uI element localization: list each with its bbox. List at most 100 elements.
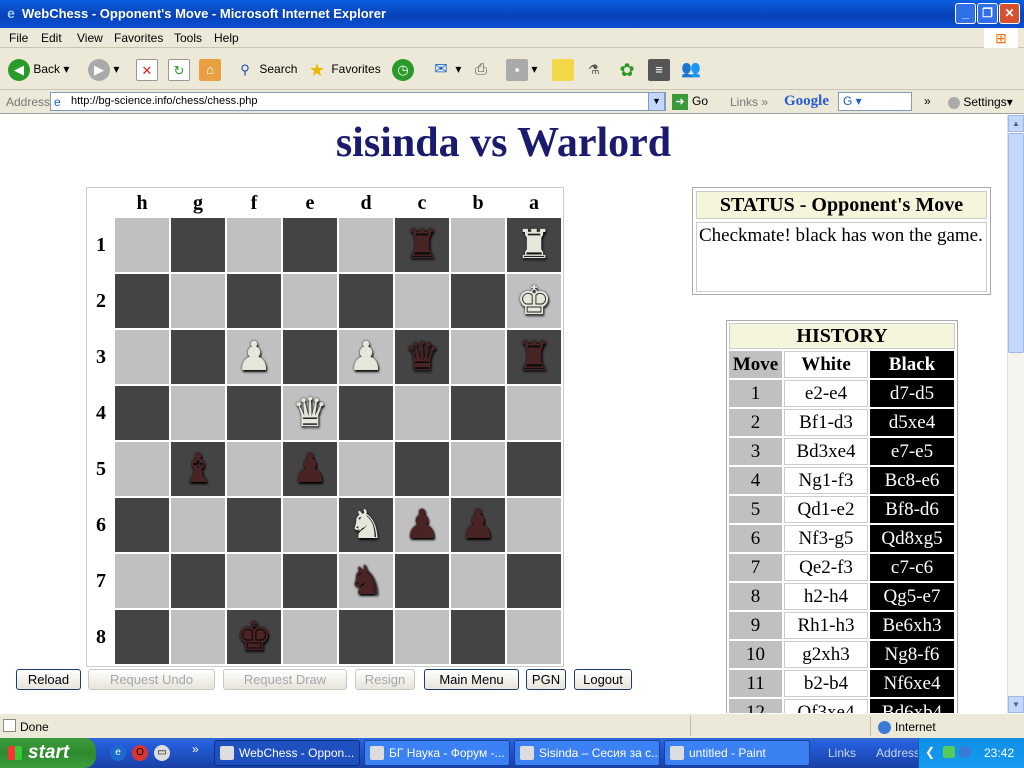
- desktop-quicklaunch-icon[interactable]: ▭: [154, 745, 170, 761]
- task-bg-nauka[interactable]: БГ Наука - Форум -...: [364, 740, 510, 766]
- black-bishop-icon[interactable]: ♝: [180, 447, 216, 491]
- white-knight-icon[interactable]: ♞: [348, 503, 384, 547]
- board-square[interactable]: [227, 554, 281, 608]
- white-king-icon[interactable]: ♚: [516, 279, 552, 323]
- board-square[interactable]: [395, 442, 449, 496]
- board-square[interactable]: [507, 610, 561, 664]
- black-king-icon[interactable]: ♚: [236, 615, 272, 659]
- request-undo-button[interactable]: Request Undo: [88, 669, 215, 690]
- board-square[interactable]: [283, 218, 337, 272]
- go-button[interactable]: ➜ Go: [672, 94, 708, 110]
- resign-button[interactable]: Resign: [355, 669, 415, 690]
- board-square[interactable]: [507, 554, 561, 608]
- board-square[interactable]: ♟: [283, 442, 337, 496]
- forward-button[interactable]: ▶ ▾: [88, 56, 119, 82]
- board-square[interactable]: ♞: [339, 498, 393, 552]
- google-search-box[interactable]: G ▾: [838, 92, 912, 111]
- board-square[interactable]: ♞: [339, 554, 393, 608]
- board-square[interactable]: [507, 386, 561, 440]
- board-square[interactable]: ♟: [339, 330, 393, 384]
- board-square[interactable]: ♟: [451, 498, 505, 552]
- mail-button[interactable]: ✉ ▾: [430, 56, 461, 82]
- board-square[interactable]: [283, 274, 337, 328]
- refresh-button[interactable]: ↻: [168, 56, 190, 82]
- board-square[interactable]: [451, 274, 505, 328]
- board-square[interactable]: ♜: [507, 330, 561, 384]
- board-square[interactable]: [507, 498, 561, 552]
- board-square[interactable]: [115, 610, 169, 664]
- pgn-button[interactable]: PGN: [526, 669, 566, 690]
- settings-button[interactable]: Settings▾: [948, 95, 1013, 109]
- white-queen-icon[interactable]: ♛: [292, 391, 328, 435]
- board-square[interactable]: [283, 610, 337, 664]
- board-square[interactable]: [451, 610, 505, 664]
- quicklaunch-more[interactable]: »: [192, 742, 199, 756]
- white-pawn-icon[interactable]: ♟: [236, 335, 272, 379]
- request-draw-button[interactable]: Request Draw: [223, 669, 347, 690]
- tray-expand-icon[interactable]: ❮: [925, 745, 935, 759]
- notes-button[interactable]: [552, 56, 574, 82]
- menu-help[interactable]: Help: [214, 31, 239, 45]
- start-button[interactable]: start: [0, 738, 96, 768]
- tray-app-icon[interactable]: [943, 746, 955, 758]
- board-square[interactable]: [339, 218, 393, 272]
- board-square[interactable]: [339, 610, 393, 664]
- board-square[interactable]: [227, 442, 281, 496]
- print-button[interactable]: ⎙: [470, 56, 492, 82]
- board-square[interactable]: [171, 498, 225, 552]
- board-square[interactable]: [227, 274, 281, 328]
- board-square[interactable]: [115, 442, 169, 496]
- board-square[interactable]: ♟: [227, 330, 281, 384]
- task-webchess[interactable]: WebChess - Oppon...: [214, 740, 360, 766]
- board-square[interactable]: [339, 274, 393, 328]
- white-pawn-icon[interactable]: ♟: [348, 335, 384, 379]
- stop-button[interactable]: ✕: [136, 56, 158, 82]
- board-square[interactable]: ♛: [283, 386, 337, 440]
- menu-view[interactable]: View: [77, 31, 103, 45]
- icq-button[interactable]: ✿: [616, 56, 638, 82]
- board-square[interactable]: [115, 274, 169, 328]
- home-button[interactable]: ⌂: [199, 56, 221, 82]
- menu-favorites[interactable]: Favorites: [114, 31, 163, 45]
- taskbar-address[interactable]: Address: [876, 746, 920, 760]
- black-rook-icon[interactable]: ♜: [404, 223, 440, 267]
- favorites-button[interactable]: ★ Favorites: [306, 56, 381, 82]
- board-square[interactable]: ♟: [395, 498, 449, 552]
- main-menu-button[interactable]: Main Menu: [424, 669, 519, 690]
- board-square[interactable]: [283, 498, 337, 552]
- board-square[interactable]: [507, 442, 561, 496]
- board-square[interactable]: [171, 554, 225, 608]
- scroll-thumb[interactable]: [1008, 133, 1024, 353]
- search-button[interactable]: ⚲ Search: [234, 56, 297, 82]
- scroll-down-button[interactable]: ▼: [1008, 696, 1024, 713]
- board-square[interactable]: [171, 386, 225, 440]
- board-square[interactable]: [395, 554, 449, 608]
- back-button[interactable]: ◀ Back ▾: [8, 56, 69, 82]
- board-square[interactable]: [339, 442, 393, 496]
- board-square[interactable]: ♛: [395, 330, 449, 384]
- close-button[interactable]: ✕: [999, 3, 1020, 24]
- board-square[interactable]: [227, 498, 281, 552]
- board-square[interactable]: [451, 330, 505, 384]
- tool-button[interactable]: ≡: [648, 56, 670, 82]
- board-square[interactable]: ♚: [227, 610, 281, 664]
- links-label[interactable]: Links »: [730, 95, 768, 109]
- research-button[interactable]: ⚗: [583, 56, 605, 82]
- board-square[interactable]: [171, 218, 225, 272]
- board-square[interactable]: [339, 386, 393, 440]
- board-square[interactable]: [451, 218, 505, 272]
- black-queen-icon[interactable]: ♛: [404, 335, 440, 379]
- google-more-chevron[interactable]: »: [924, 94, 931, 108]
- scroll-up-button[interactable]: ▲: [1008, 115, 1024, 132]
- board-square[interactable]: [227, 218, 281, 272]
- task-paint[interactable]: untitled - Paint: [664, 740, 810, 766]
- address-input[interactable]: e http://bg-science.info/chess/chess.php: [50, 92, 666, 111]
- edit-button[interactable]: ▪ ▾: [506, 56, 537, 82]
- black-rook-icon[interactable]: ♜: [516, 335, 552, 379]
- board-square[interactable]: ♚: [507, 274, 561, 328]
- board-square[interactable]: [227, 386, 281, 440]
- black-knight-icon[interactable]: ♞: [348, 559, 384, 603]
- board-square[interactable]: [451, 554, 505, 608]
- board-square[interactable]: ♜: [507, 218, 561, 272]
- black-pawn-icon[interactable]: ♟: [404, 503, 440, 547]
